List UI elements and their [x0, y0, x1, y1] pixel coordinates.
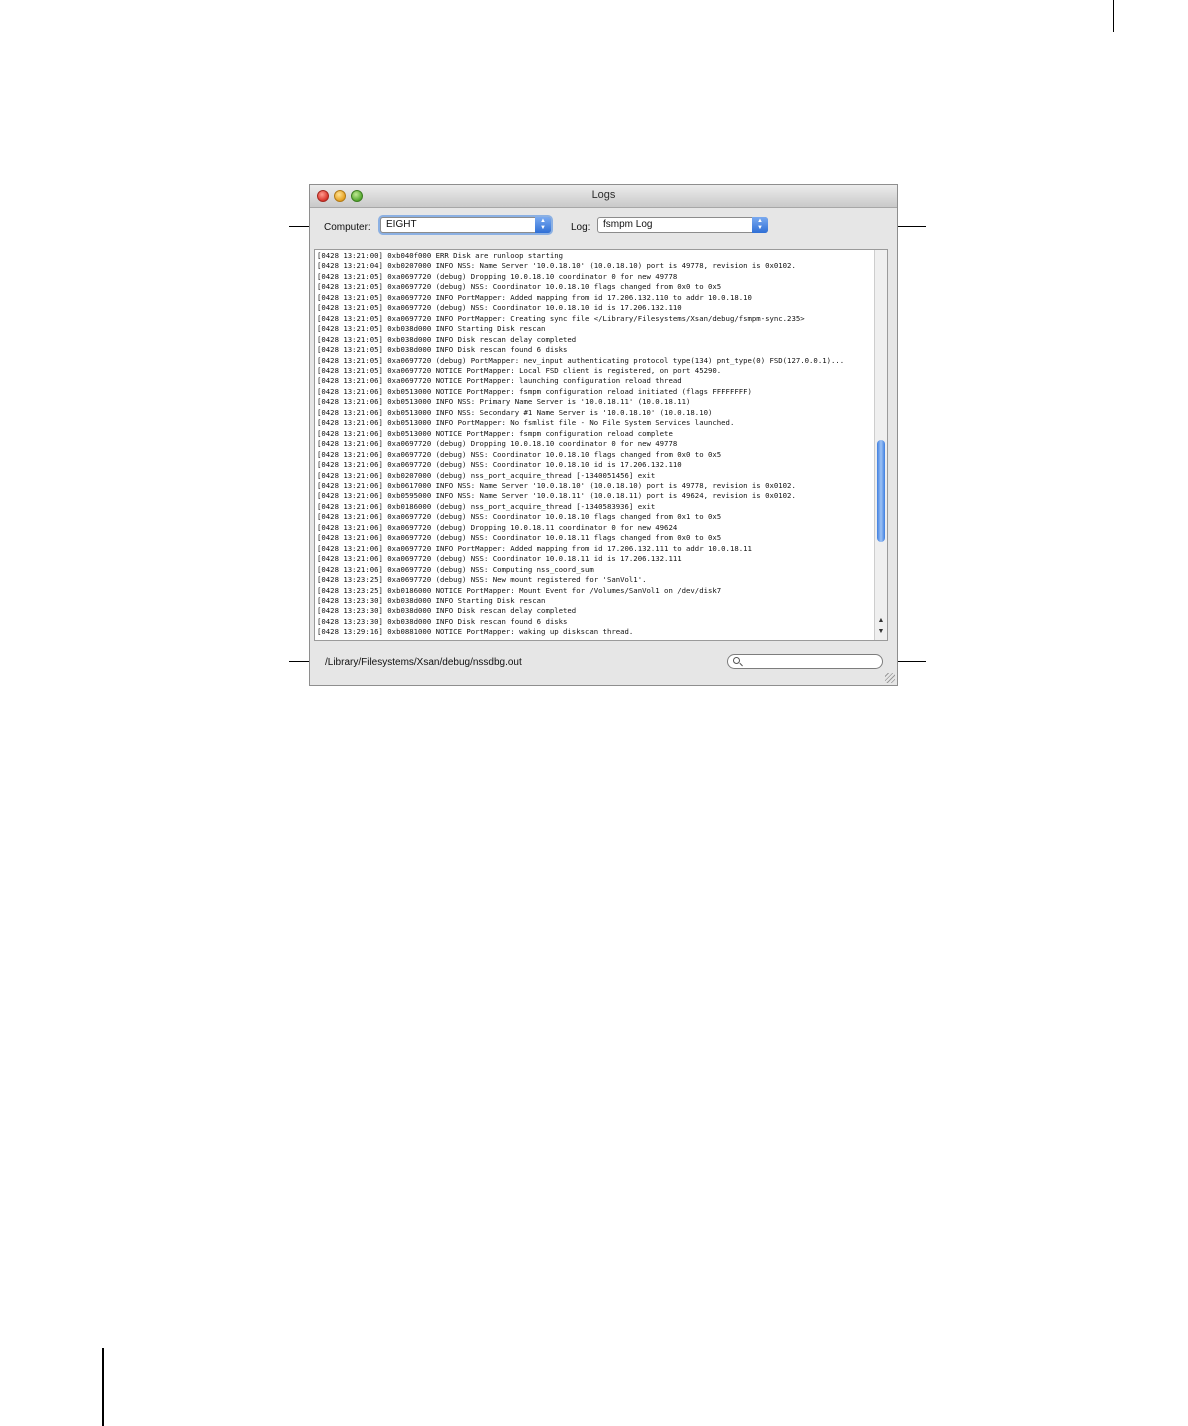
- log-line: [0428 13:21:06] 0xb0595000 INFO NSS: Nam…: [317, 491, 796, 501]
- log-line: [0428 13:29:16] 0xb0881000 NOTICE PortMa…: [317, 627, 634, 637]
- log-line: [0428 13:21:05] 0xa0697720 INFO PortMapp…: [317, 292, 752, 302]
- log-line: [0428 13:21:06] 0xb0207000 (debug) nss_p…: [317, 470, 656, 480]
- computer-label: Computer:: [324, 222, 371, 233]
- log-popup-value: fsmpm Log: [603, 219, 653, 230]
- log-line: [0428 13:21:06] 0xa0697720 NOTICE PortMa…: [317, 376, 682, 386]
- search-field[interactable]: [727, 654, 883, 669]
- search-icon: [733, 657, 740, 664]
- log-line: [0428 13:21:06] 0xa0697720 (debug) Dropp…: [317, 439, 678, 449]
- log-line: [0428 13:21:05] 0xa0697720 (debug) PortM…: [317, 355, 845, 365]
- log-line: [0428 13:21:05] 0xa0697720 INFO PortMapp…: [317, 313, 805, 323]
- log-line: [0428 13:21:06] 0xb0513000 NOTICE PortMa…: [317, 386, 752, 396]
- title-bar[interactable]: Logs: [310, 185, 897, 208]
- log-line: [0428 13:21:06] 0xb0513000 INFO NSS: Sec…: [317, 407, 713, 417]
- log-line: [0428 13:21:04] 0xb0207000 INFO NSS: Nam…: [317, 261, 796, 271]
- log-line: [0428 13:21:00] 0xb040f000 ERR Disk are …: [317, 251, 564, 260]
- log-line: [0428 13:21:06] 0xa0697720 (debug) NSS: …: [317, 449, 722, 459]
- log-line: [0428 13:21:06] 0xb0513000 INFO NSS: Pri…: [317, 397, 691, 407]
- resize-grip-icon[interactable]: [885, 673, 895, 683]
- computer-popup-value: EIGHT: [386, 219, 417, 230]
- scroll-down-icon[interactable]: ▼: [875, 627, 887, 637]
- log-line: [0428 13:21:06] 0xa0697720 INFO PortMapp…: [317, 543, 752, 553]
- log-line: [0428 13:23:30] 0xb038d000 INFO Disk res…: [317, 616, 568, 626]
- log-line: [0428 13:21:05] 0xa0697720 NOTICE PortMa…: [317, 365, 722, 375]
- log-line: [0428 13:21:06] 0xa0697720 (debug) Dropp…: [317, 522, 678, 532]
- log-line: [0428 13:21:05] 0xb038d000 INFO Disk res…: [317, 334, 577, 344]
- log-line: [0428 13:21:06] 0xa0697720 (debug) NSS: …: [317, 554, 682, 564]
- log-line: [0428 13:21:06] 0xb0513000 NOTICE PortMa…: [317, 428, 673, 438]
- vertical-scrollbar[interactable]: ▲ ▼: [874, 250, 887, 640]
- scroll-thumb[interactable]: [877, 440, 885, 542]
- log-line: [0428 13:21:06] 0xa0697720 (debug) NSS: …: [317, 512, 722, 522]
- log-content: [0428 13:21:00] 0xb040f000 ERR Disk are …: [317, 251, 871, 638]
- page-rule-top: [1113, 0, 1114, 32]
- log-line: [0428 13:21:06] 0xb0513000 INFO PortMapp…: [317, 418, 735, 428]
- log-line: [0428 13:21:05] 0xa0697720 (debug) Dropp…: [317, 271, 678, 281]
- log-line: [0428 13:23:30] 0xb038d000 INFO Starting…: [317, 595, 546, 605]
- logs-window: Logs Computer: EIGHT ▲ ▼ Log: fsmpm Log ▲…: [309, 184, 898, 686]
- window-title: Logs: [591, 189, 616, 201]
- search-input[interactable]: [744, 655, 880, 668]
- log-line: [0428 13:21:06] 0xa0697720 (debug) NSS: …: [317, 460, 682, 470]
- log-label: Log:: [571, 222, 591, 233]
- log-line: [0428 13:21:06] 0xb0617000 INFO NSS: Nam…: [317, 480, 796, 490]
- log-line: [0428 13:21:05] 0xb038d000 INFO Starting…: [317, 324, 546, 334]
- scroll-up-icon[interactable]: ▲: [875, 616, 887, 626]
- log-line: [0428 13:21:05] 0xa0697720 (debug) NSS: …: [317, 282, 722, 292]
- popup-arrows-icon: ▲ ▼: [752, 217, 768, 233]
- log-line: [0428 13:23:30] 0xb038d000 INFO Disk res…: [317, 606, 577, 616]
- log-line: [0428 13:21:06] 0xa0697720 (debug) NSS: …: [317, 533, 722, 543]
- toolbar: Computer: EIGHT ▲ ▼ Log: fsmpm Log ▲ ▼: [310, 208, 897, 248]
- log-line: [0428 13:23:25] 0xa0697720 (debug) NSS: …: [317, 575, 647, 585]
- log-file-path: /Library/Filesystems/Xsan/debug/nssdbg.o…: [325, 657, 522, 668]
- log-line: [0428 13:21:06] 0xa0697720 (debug) NSS: …: [317, 564, 594, 574]
- log-text-view[interactable]: [0428 13:21:00] 0xb040f000 ERR Disk are …: [314, 249, 888, 641]
- log-line: [0428 13:21:05] 0xa0697720 (debug) NSS: …: [317, 303, 682, 313]
- computer-popup[interactable]: EIGHT ▲ ▼: [380, 217, 551, 233]
- log-popup[interactable]: fsmpm Log ▲ ▼: [597, 217, 768, 233]
- log-line: [0428 13:23:25] 0xb0186000 NOTICE PortMa…: [317, 585, 722, 595]
- log-line: [0428 13:21:06] 0xb0186000 (debug) nss_p…: [317, 501, 656, 511]
- page-rule-left: [102, 1348, 104, 1426]
- log-line: [0428 13:21:05] 0xb038d000 INFO Disk res…: [317, 345, 568, 355]
- popup-arrows-icon: ▲ ▼: [535, 217, 551, 233]
